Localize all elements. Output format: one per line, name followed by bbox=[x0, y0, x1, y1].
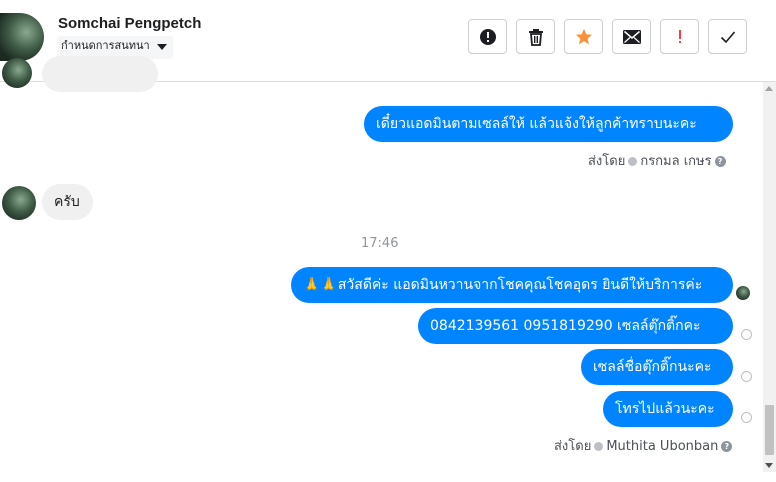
mark-spam-button[interactable] bbox=[468, 19, 507, 54]
delete-button[interactable] bbox=[516, 19, 555, 54]
sent-by-prefix: ส่งโดย bbox=[588, 154, 626, 169]
outgoing-message-bubble[interactable]: 0842139561 0951819290 เซลล์ตุ๊กติ๊กคะ bbox=[418, 308, 733, 344]
message-text: เซลล์ชื่อตุ๊กติ๊กนะคะ bbox=[593, 359, 712, 375]
seen-avatar bbox=[736, 286, 750, 300]
message-text: 🙏🙏สวัสดีค่ะ แอดมินหวานจากโชคคุณโชคอุดร ย… bbox=[303, 277, 703, 293]
star-button[interactable] bbox=[564, 19, 603, 54]
message-text: ครับ bbox=[54, 194, 80, 210]
contact-avatar-small bbox=[2, 58, 32, 88]
contact-avatar[interactable] bbox=[0, 13, 44, 61]
incoming-message-bubble-clipped bbox=[42, 56, 158, 92]
scroll-down-arrow-icon[interactable] bbox=[765, 463, 773, 468]
delivered-icon bbox=[741, 412, 752, 423]
delivered-icon bbox=[741, 329, 752, 340]
timestamp: 17:46 bbox=[361, 236, 399, 251]
star-icon bbox=[575, 28, 592, 44]
outgoing-message-bubble[interactable]: เซลล์ชื่อตุ๊กติ๊กนะคะ bbox=[581, 349, 733, 385]
outgoing-message-bubble[interactable]: 🙏🙏สวัสดีค่ะ แอดมินหวานจากโชคคุณโชคอุดร ย… bbox=[291, 267, 733, 303]
help-icon[interactable]: ? bbox=[721, 441, 733, 452]
scrollbar-thumb[interactable] bbox=[765, 405, 774, 455]
message-text: โทรไปแล้วนะคะ bbox=[615, 401, 715, 417]
incoming-message-bubble[interactable]: ครับ bbox=[42, 184, 93, 220]
delivered-icon bbox=[741, 371, 752, 382]
exclamation-icon bbox=[678, 29, 681, 43]
scroll-up-arrow-icon[interactable] bbox=[765, 86, 773, 91]
trash-icon bbox=[528, 28, 543, 46]
done-button[interactable] bbox=[708, 19, 747, 54]
help-icon[interactable]: ? bbox=[714, 156, 726, 167]
message-text: 0842139561 0951819290 เซลล์ตุ๊กติ๊กคะ bbox=[430, 318, 701, 334]
follow-up-button[interactable] bbox=[660, 19, 699, 54]
contact-name[interactable]: Somchai Pengpetch bbox=[58, 15, 201, 32]
message-text: เดี๋ยวแอดมินตามเซลล์ให้ แล้วแจ้งให้ลูกค้… bbox=[376, 116, 697, 132]
page-role-icon bbox=[628, 157, 638, 166]
caret-down-icon bbox=[157, 44, 167, 50]
sender-name[interactable]: Muthita Ubonban bbox=[606, 439, 718, 454]
assign-label: กำหนดการสนทนา bbox=[61, 39, 150, 52]
envelope-icon bbox=[622, 29, 641, 44]
mark-unread-button[interactable] bbox=[612, 19, 651, 54]
alert-circle-icon bbox=[479, 28, 496, 45]
contact-avatar-small[interactable] bbox=[2, 186, 36, 220]
sent-by-label: ส่งโดย กรกมล เกษร? bbox=[588, 150, 726, 171]
page-role-icon bbox=[594, 442, 604, 451]
outgoing-message-bubble[interactable]: เดี๋ยวแอดมินตามเซลล์ให้ แล้วแจ้งให้ลูกค้… bbox=[364, 106, 733, 142]
sent-by-prefix: ส่งโดย bbox=[554, 439, 592, 454]
sent-by-label: ส่งโดย Muthita Ubonban? bbox=[554, 435, 733, 456]
check-icon bbox=[720, 30, 735, 43]
sender-name[interactable]: กรกมล เกษร bbox=[640, 154, 711, 169]
outgoing-message-bubble[interactable]: โทรไปแล้วนะคะ bbox=[603, 391, 733, 427]
